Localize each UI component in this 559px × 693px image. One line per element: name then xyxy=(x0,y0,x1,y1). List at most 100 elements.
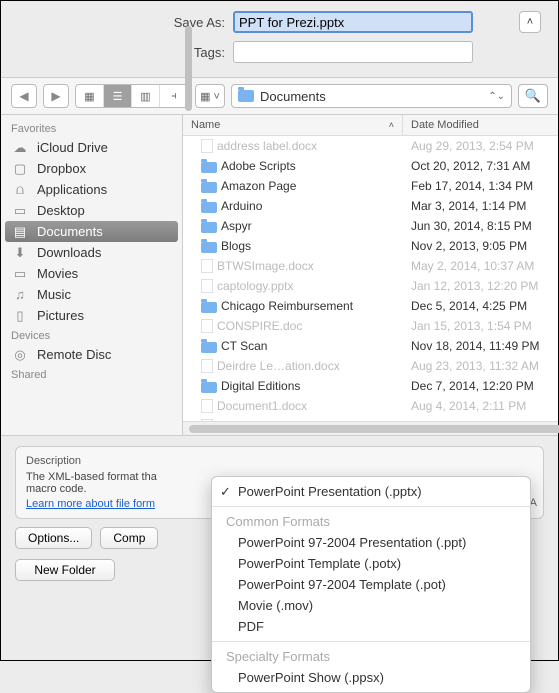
favorites-header: Favorites xyxy=(1,119,182,137)
sidebar-item-music[interactable]: ♫ Music xyxy=(1,284,182,305)
dropdown-item[interactable]: PowerPoint 97-2004 Presentation (.ppt) xyxy=(212,532,530,553)
file-name: Blogs xyxy=(221,239,251,253)
horizontal-scrollbar[interactable] xyxy=(183,421,558,435)
sidebar-item-icloud-drive[interactable]: ☁ iCloud Drive xyxy=(1,137,182,158)
file-row: Document1.docx Aug 4, 2014, 2:11 PM xyxy=(183,396,558,416)
sidebar-item-applications[interactable]: ⩍Applications xyxy=(1,179,182,200)
document-icon xyxy=(201,139,213,153)
file-row[interactable]: Adobe Scripts Oct 20, 2012, 7:31 AM xyxy=(183,156,558,176)
dropdown-item[interactable]: PowerPoint Show (.ppsx) xyxy=(212,667,530,688)
file-date: Oct 20, 2012, 7:31 AM xyxy=(403,159,558,173)
cloud-icon: ☁ xyxy=(11,141,29,155)
sidebar: Favorites ☁ iCloud Drive ▢Dropbox⩍Applicat… xyxy=(1,115,183,435)
sidebar-item-pictures[interactable]: ▯ Pictures xyxy=(1,305,182,326)
location-popup[interactable]: Documents ⌃⌄ xyxy=(231,84,512,108)
group-icon[interactable]: ▦ ˅ xyxy=(196,90,224,103)
file-row[interactable]: Digital EditionsDec 7, 2014, 12:20 PM xyxy=(183,376,558,396)
file-name: Aspyr xyxy=(221,219,252,233)
file-row[interactable]: Amazon PageFeb 17, 2014, 1:34 PM xyxy=(183,176,558,196)
file-date: Aug 29, 2013, 2:54 PM xyxy=(403,139,558,153)
file-date: Dec 7, 2014, 12:20 PM xyxy=(403,379,558,393)
sidebar-item-movies[interactable]: ▭Movies xyxy=(1,263,182,284)
file-row: CONSPIRE.docJan 15, 2013, 1:54 PM xyxy=(183,316,558,336)
music-icon: ♫ xyxy=(11,288,29,302)
file-row[interactable]: Chicago Reimbursement Dec 5, 2014, 4:25 P… xyxy=(183,296,558,316)
document-icon xyxy=(201,399,213,413)
file-name: Document1.docx xyxy=(217,399,307,413)
column-view-icon[interactable]: ▥ xyxy=(132,85,160,107)
file-format-dropdown[interactable]: PowerPoint Presentation (.pptx) Common F… xyxy=(211,476,531,693)
document-icon xyxy=(201,359,213,373)
dropdown-item[interactable]: Movie (.mov) xyxy=(212,595,530,616)
file-name: captology.pptx xyxy=(217,279,294,293)
tags-input[interactable] xyxy=(233,41,473,63)
file-row[interactable]: CT ScanNov 18, 2014, 11:49 PM xyxy=(183,336,558,356)
options-button[interactable]: Options... xyxy=(15,527,92,549)
file-name: CONSPIRE.doc xyxy=(217,319,302,333)
file-row[interactable]: Arduino Mar 3, 2014, 1:14 PM xyxy=(183,196,558,216)
file-date: Aug 4, 2014, 2:11 PM xyxy=(403,399,558,413)
sidebar-item-label: Downloads xyxy=(37,245,101,260)
folder-icon xyxy=(201,382,217,393)
saveas-input[interactable] xyxy=(233,11,473,33)
expand-button[interactable]: ˄ xyxy=(519,11,541,33)
group-menu[interactable]: ▦ ˅ xyxy=(195,84,225,108)
document-icon xyxy=(201,319,213,333)
sidebar-item-desktop[interactable]: ▭ Desktop xyxy=(1,200,182,221)
file-name: Arduino xyxy=(221,199,262,213)
chevron-updown-icon: ⌃⌄ xyxy=(488,91,505,102)
file-date: Aug 23, 2013, 11:32 AM xyxy=(403,359,558,373)
icon-view-icon[interactable]: ▦ xyxy=(76,85,104,107)
file-name: Deirdre Le…ation.docx xyxy=(217,359,340,373)
location-label: Documents xyxy=(260,89,326,104)
compatibility-button[interactable]: Comp xyxy=(100,527,158,549)
sidebar-item-label: Pictures xyxy=(37,308,84,323)
back-button[interactable]: ◀ xyxy=(11,84,37,108)
sidebar-item-remote-disc[interactable]: ◎Remote Disc xyxy=(1,344,182,365)
dropdown-item[interactable]: PowerPoint Template (.potx) xyxy=(212,553,530,574)
sidebar-item-label: Music xyxy=(37,287,71,302)
file-row: address label.docx Aug 29, 2013, 2:54 PM xyxy=(183,136,558,156)
devices-header: Devices xyxy=(1,326,182,344)
sidebar-item-dropbox[interactable]: ▢Dropbox xyxy=(1,158,182,179)
dropdown-common-header: Common Formats xyxy=(212,511,530,532)
view-mode-segment[interactable]: ▦ ☰ ▥ ⫞ xyxy=(75,84,189,108)
dropdown-item-selected[interactable]: PowerPoint Presentation (.pptx) xyxy=(212,481,530,502)
column-name[interactable]: Name˄ xyxy=(183,115,403,135)
sidebar-item-label: Remote Disc xyxy=(37,347,111,362)
file-row[interactable]: BlogsNov 2, 2013, 9:05 PM xyxy=(183,236,558,256)
file-date: Feb 17, 2014, 1:34 PM xyxy=(403,179,558,193)
sidebar-item-label: iCloud Drive xyxy=(37,140,108,155)
file-name: Adobe Scripts xyxy=(221,159,296,173)
document-icon xyxy=(201,259,213,273)
tags-label: Tags: xyxy=(13,45,233,60)
docs-icon: ▤ xyxy=(11,225,29,239)
learn-more-link[interactable]: Learn more about file form xyxy=(26,498,155,510)
folder-icon xyxy=(201,242,217,253)
list-view-icon[interactable]: ☰ xyxy=(104,85,132,107)
sidebar-item-downloads[interactable]: ⬇ Downloads xyxy=(1,242,182,263)
file-date: Mar 3, 2014, 1:14 PM xyxy=(403,199,558,213)
folder-icon xyxy=(201,302,217,313)
new-folder-button[interactable]: New Folder xyxy=(15,559,115,581)
sidebar-item-label: Documents xyxy=(37,224,103,239)
column-date[interactable]: Date Modified xyxy=(403,115,558,135)
file-row[interactable]: AspyrJun 30, 2014, 8:15 PM xyxy=(183,216,558,236)
search-button[interactable]: 🔍 xyxy=(518,84,548,108)
sidebar-item-label: Desktop xyxy=(37,203,85,218)
file-row: Deirdre Le…ation.docx Aug 23, 2013, 11:32… xyxy=(183,356,558,376)
pictures-icon: ▯ xyxy=(11,309,29,323)
sidebar-item-label: Dropbox xyxy=(37,161,86,176)
sidebar-item-documents[interactable]: ▤ Documents xyxy=(5,221,178,242)
dropdown-item[interactable]: PowerPoint 97-2004 Template (.pot) xyxy=(212,574,530,595)
apps-icon: ⩍ xyxy=(11,183,29,197)
folder-icon xyxy=(201,162,217,173)
file-date: Jan 12, 2013, 12:20 PM xyxy=(403,279,558,293)
file-name: address label.docx xyxy=(217,139,317,153)
file-name: Chicago Reimbursement xyxy=(221,299,353,313)
file-date: Dec 5, 2014, 4:25 PM xyxy=(403,299,558,313)
dropdown-item[interactable]: PDF xyxy=(212,616,530,637)
forward-button[interactable]: ▶ xyxy=(43,84,69,108)
desktop-icon: ▭ xyxy=(11,204,29,218)
downloads-icon: ⬇ xyxy=(11,246,29,260)
